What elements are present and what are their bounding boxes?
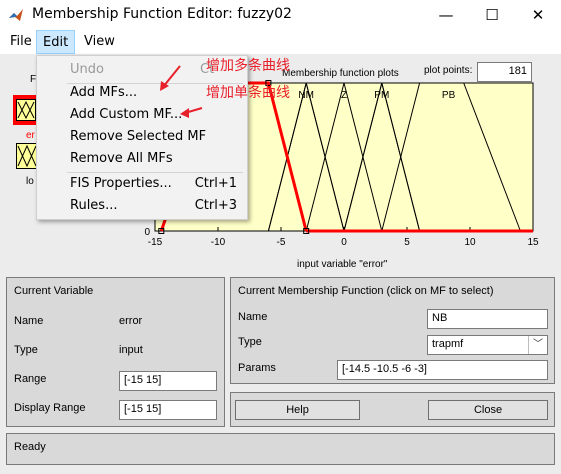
annotation-arrows (160, 65, 203, 118)
annotation-arrowhead-single (180, 108, 189, 118)
